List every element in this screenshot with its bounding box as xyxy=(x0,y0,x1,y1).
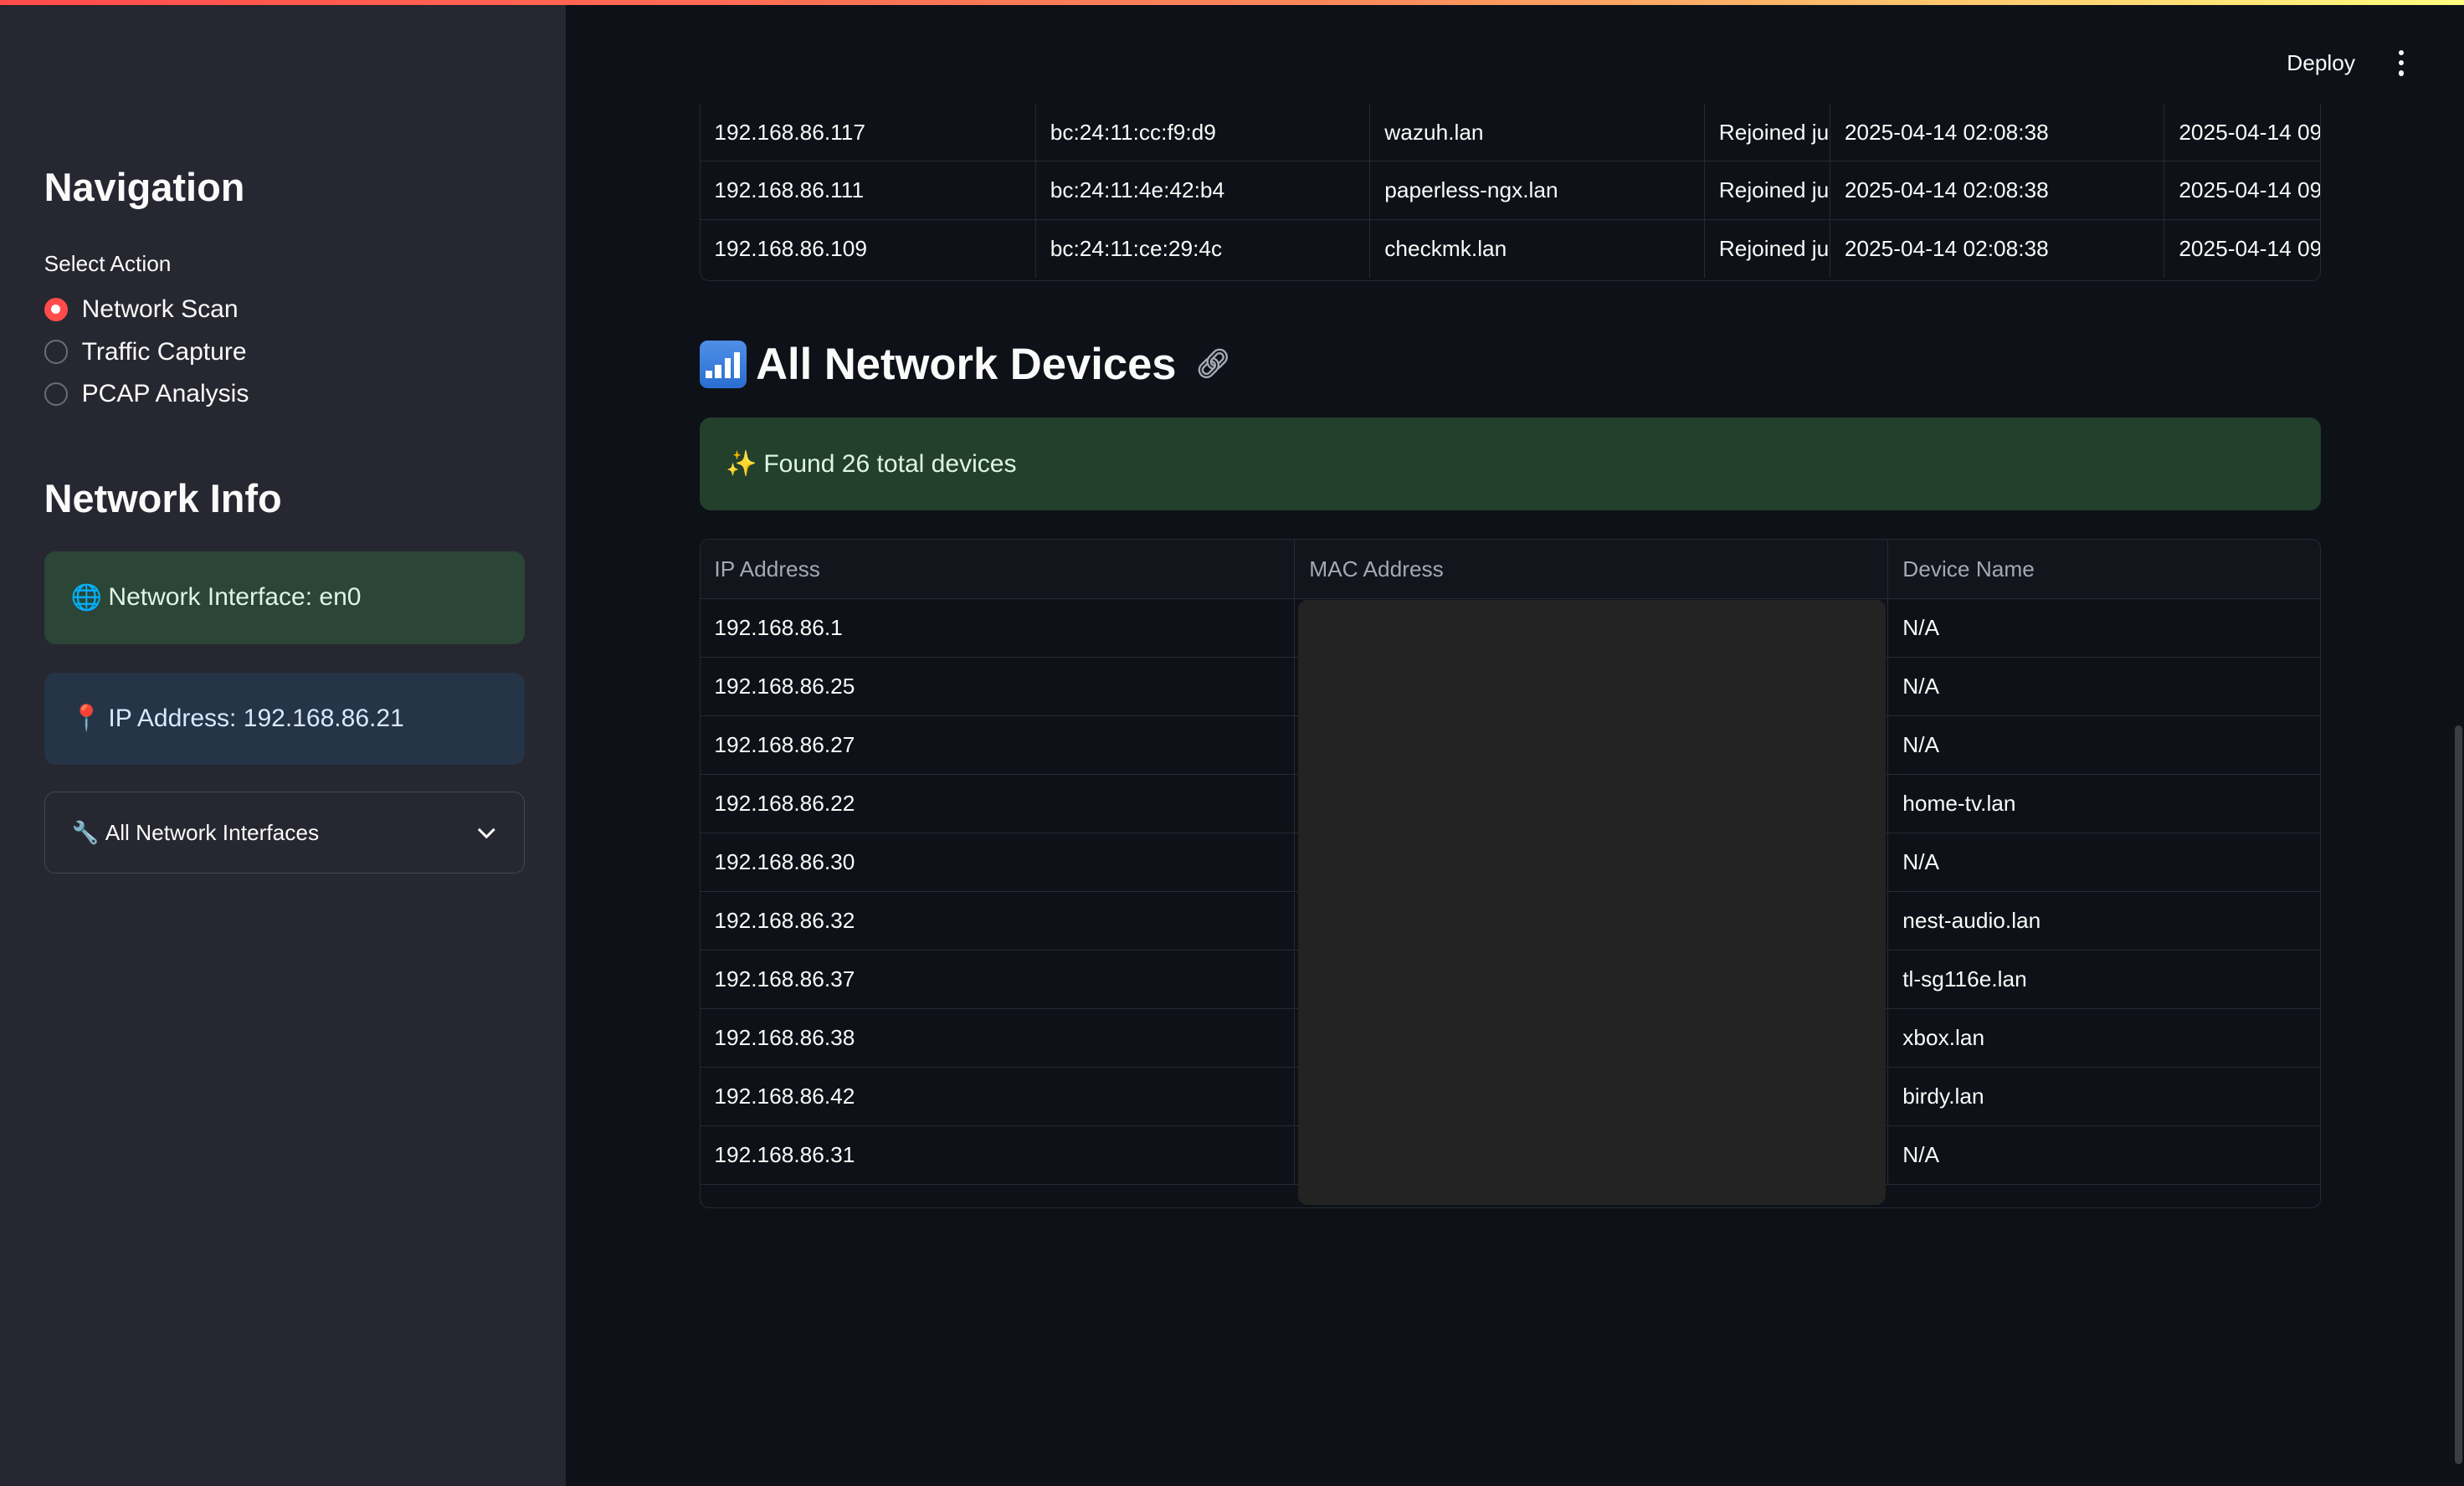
globe-icon: 🌐 xyxy=(70,583,102,612)
device-name-cell: xbox.lan xyxy=(1902,1025,1985,1051)
radio-label: Network Scan xyxy=(81,295,239,323)
all-network-devices-heading: All Network Devices 🔗︎ xyxy=(699,333,1231,396)
radio-unselected-icon xyxy=(44,382,68,407)
hostname-cell: checkmk.lan xyxy=(1370,219,1705,279)
device-name-cell: N/A xyxy=(1902,1142,1940,1168)
link-icon[interactable]: 🔗︎ xyxy=(1195,348,1231,381)
select-action-label: Select Action xyxy=(44,251,172,277)
all-network-interfaces-expander[interactable]: 🔧 All Network Interfaces xyxy=(44,792,526,874)
ip-cell: 192.168.86.117 xyxy=(701,103,1036,161)
last-seen-cell: 2025-04-14 09: xyxy=(2179,119,2321,145)
ip-cell: 192.168.86.31 xyxy=(701,1126,1296,1185)
found-devices-alert: ✨ Found 26 total devices xyxy=(699,418,2322,511)
ip-cell: 192.168.86.22 xyxy=(701,775,1296,833)
first-seen-cell: 2025-04-14 02:08:38 xyxy=(1830,219,2165,279)
ip-cell: 192.168.86.38 xyxy=(701,1009,1296,1068)
ip-cell: 192.168.86.25 xyxy=(701,658,1296,715)
found-devices-text: Found 26 total devices xyxy=(763,449,1017,478)
column-header-ip[interactable]: IP Address xyxy=(700,540,1296,599)
wrench-icon: 🔧 xyxy=(71,819,100,845)
status-cell: Rejoined ju xyxy=(1705,161,1830,219)
table-row[interactable]: 192.168.86.117 bc:24:11:cc:f9:d9 wazuh.l… xyxy=(700,103,2321,162)
table-row[interactable]: 192.168.86.109 bc:24:11:ce:29:4c checkmk… xyxy=(701,219,2321,279)
last-seen-cell: 2025-04-14 09: xyxy=(2179,236,2321,262)
column-header-mac[interactable]: MAC Address xyxy=(1295,540,1889,599)
device-name-cell: nest-audio.lan xyxy=(1902,908,2041,934)
ip-cell: 192.168.86.111 xyxy=(701,161,1036,219)
last-seen-cell: 2025-04-14 09: xyxy=(2179,177,2321,203)
column-header-device-name[interactable]: Device Name xyxy=(1888,540,2321,599)
mac-cell: bc:24:11:cc:f9:d9 xyxy=(1036,103,1371,161)
redacted-mac-column xyxy=(1297,600,1887,1206)
deploy-button[interactable]: Deploy xyxy=(2267,44,2374,82)
hostname-cell: paperless-ngx.lan xyxy=(1370,161,1705,219)
network-interface-text: Network Interface: en0 xyxy=(108,583,362,612)
radio-label: Traffic Capture xyxy=(81,337,247,366)
first-seen-cell: 2025-04-14 02:08:38 xyxy=(1830,103,2165,161)
ip-cell: 192.168.86.37 xyxy=(701,951,1296,1008)
status-cell: Rejoined ju xyxy=(1705,103,1830,161)
main-menu-icon[interactable] xyxy=(2385,44,2417,82)
mac-cell: bc:24:11:ce:29:4c xyxy=(1036,219,1371,279)
status-cell: Rejoined ju xyxy=(1705,219,1830,279)
ip-cell: 192.168.86.27 xyxy=(701,716,1296,774)
mac-cell: bc:24:11:4e:42:b4 xyxy=(1036,161,1371,219)
radio-label: PCAP Analysis xyxy=(81,380,249,408)
pin-icon: 📍 xyxy=(70,705,102,733)
device-name-cell: N/A xyxy=(1902,732,1940,758)
ip-cell: 192.168.86.1 xyxy=(701,599,1296,657)
ip-cell: 192.168.86.42 xyxy=(701,1068,1296,1126)
table-row[interactable]: 192.168.86.111 bc:24:11:4e:42:b4 paperle… xyxy=(700,161,2321,220)
device-name-cell: home-tv.lan xyxy=(1902,791,2016,817)
radio-pcap-analysis[interactable]: PCAP Analysis xyxy=(44,377,249,412)
radio-traffic-capture[interactable]: Traffic Capture xyxy=(44,335,247,369)
rejoined-devices-table: 192.168.86.117 bc:24:11:cc:f9:d9 wazuh.l… xyxy=(699,103,2322,282)
network-info-title: Network Info xyxy=(44,476,282,520)
hostname-cell: wazuh.lan xyxy=(1370,103,1705,161)
device-name-cell: N/A xyxy=(1902,849,1940,875)
device-name-cell: tl-sg116e.lan xyxy=(1902,966,2027,992)
device-name-cell: birdy.lan xyxy=(1902,1084,1984,1109)
radio-network-scan[interactable]: Network Scan xyxy=(44,292,239,326)
table-header-row: IP Address MAC Address Device Name xyxy=(700,540,2321,600)
network-interface-box: 🌐 Network Interface: en0 xyxy=(44,551,526,644)
device-name-cell: N/A xyxy=(1902,615,1940,641)
device-name-cell: N/A xyxy=(1902,674,1940,699)
ip-cell: 192.168.86.30 xyxy=(701,833,1296,891)
ip-cell: 192.168.86.32 xyxy=(701,892,1296,950)
radio-selected-icon xyxy=(44,297,68,321)
radio-unselected-icon xyxy=(44,340,68,364)
ip-cell: 192.168.86.109 xyxy=(701,219,1036,279)
first-seen-cell: 2025-04-14 02:08:38 xyxy=(1830,161,2165,219)
ip-address-box: 📍 IP Address: 192.168.86.21 xyxy=(44,672,526,766)
sparkles-icon: ✨ xyxy=(726,450,757,479)
sidebar: Navigation Select Action Network Scan Tr… xyxy=(0,4,566,1486)
sidebar-navigation-title: Navigation xyxy=(44,166,245,210)
expander-label: All Network Interfaces xyxy=(105,819,320,845)
section-title-text: All Network Devices xyxy=(756,340,1177,390)
signal-bars-icon xyxy=(699,341,747,388)
chevron-down-icon xyxy=(477,828,495,838)
page-scrollbar[interactable] xyxy=(2454,725,2463,1464)
ip-address-text: IP Address: 192.168.86.21 xyxy=(108,704,404,732)
